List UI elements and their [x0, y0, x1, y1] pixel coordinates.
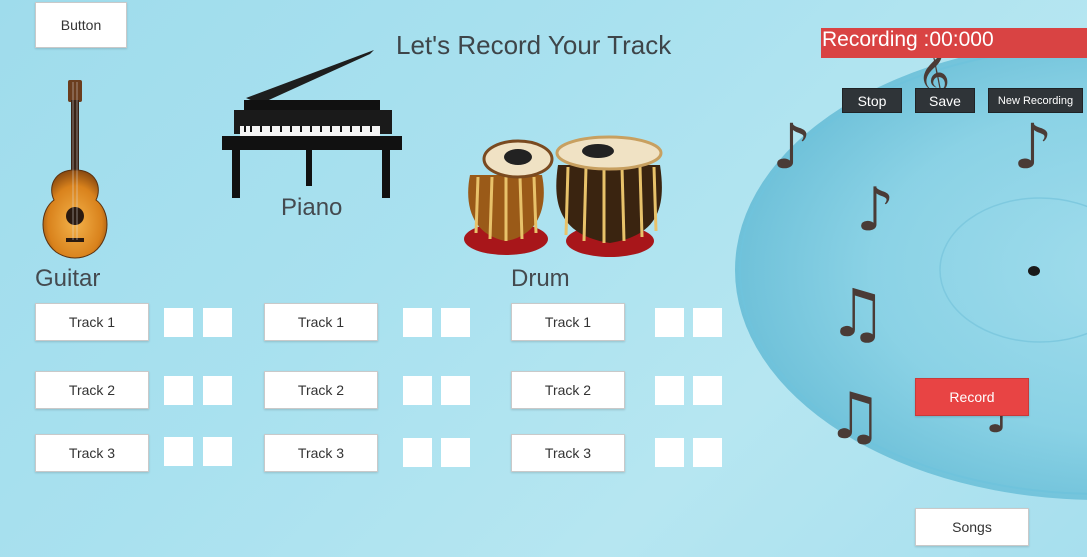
guitar-icon [42, 80, 108, 259]
piano-track-1-toggle-a[interactable] [403, 308, 432, 337]
drum-icon [464, 135, 663, 257]
piano-track-3-toggle-b[interactable] [441, 438, 470, 467]
save-button[interactable]: Save [915, 88, 975, 113]
piano-label: Piano [281, 194, 343, 221]
guitar-track-3-toggle-b[interactable] [203, 437, 232, 466]
guitar-track-1-toggle-b[interactable] [203, 308, 232, 337]
guitar-track-1-button[interactable]: Track 1 [35, 303, 149, 341]
drum-track-1-toggle-a[interactable] [655, 308, 684, 337]
record-button[interactable]: Record [915, 378, 1029, 416]
guitar-track-2-toggle-a[interactable] [164, 376, 193, 405]
songs-button[interactable]: Songs [915, 508, 1029, 546]
guitar-track-3-toggle-a[interactable] [164, 437, 193, 466]
piano-track-1-button[interactable]: Track 1 [264, 303, 378, 341]
piano-track-1-toggle-b[interactable] [441, 308, 470, 337]
drum-track-2-toggle-a[interactable] [655, 376, 684, 405]
stop-button[interactable]: Stop [842, 88, 902, 113]
drum-track-2-button[interactable]: Track 2 [511, 371, 625, 409]
drum-track-3-toggle-b[interactable] [693, 438, 722, 467]
top-button[interactable]: Button [35, 2, 127, 48]
music-note-icon: ♪ [1013, 110, 1053, 183]
guitar-track-2-toggle-b[interactable] [203, 376, 232, 405]
music-note-icon: ♪ [856, 175, 895, 245]
drum-track-1-toggle-b[interactable] [693, 308, 722, 337]
music-note-icon: ♪ [772, 110, 812, 183]
page-title: Let's Record Your Track [396, 30, 672, 60]
drum-track-3-toggle-a[interactable] [655, 438, 684, 467]
piano-track-3-button[interactable]: Track 3 [264, 434, 378, 472]
piano-track-2-toggle-b[interactable] [441, 376, 470, 405]
piano-track-3-toggle-a[interactable] [403, 438, 432, 467]
music-note-icon: ♫ [828, 275, 888, 352]
guitar-track-3-button[interactable]: Track 3 [35, 434, 149, 472]
piano-track-2-button[interactable]: Track 2 [264, 371, 378, 409]
piano-icon [222, 50, 402, 198]
new-recording-button[interactable]: New Recording [988, 88, 1083, 113]
recording-status-bar: Recording :00:000 [821, 28, 1087, 58]
drum-track-2-toggle-b[interactable] [693, 376, 722, 405]
guitar-label: Guitar [35, 265, 101, 292]
music-note-icon: ♫ [826, 380, 884, 454]
guitar-track-1-toggle-a[interactable] [164, 308, 193, 337]
drum-label: Drum [511, 265, 570, 292]
drum-track-3-button[interactable]: Track 3 [511, 434, 625, 472]
drum-track-1-button[interactable]: Track 1 [511, 303, 625, 341]
piano-track-2-toggle-a[interactable] [403, 376, 432, 405]
guitar-track-2-button[interactable]: Track 2 [35, 371, 149, 409]
